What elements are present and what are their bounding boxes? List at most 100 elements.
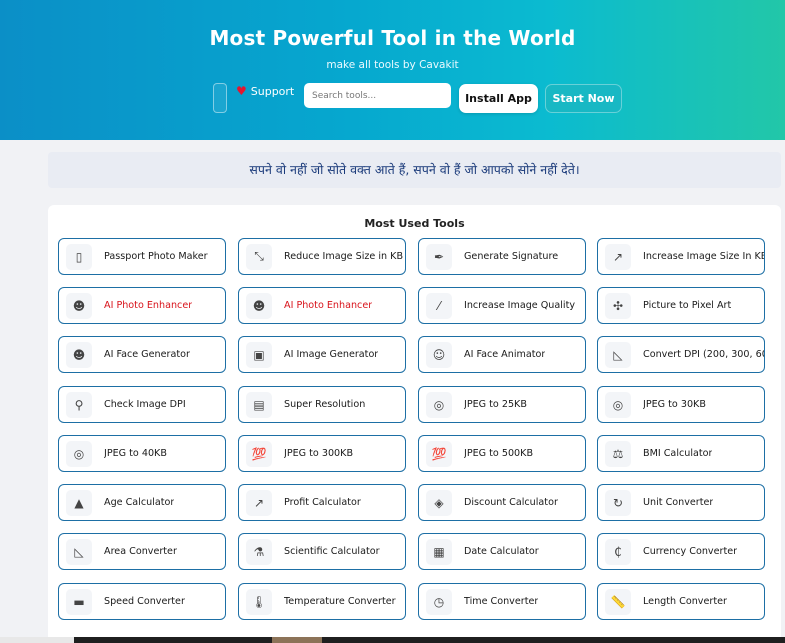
- taskbar-item[interactable]: [0, 637, 74, 643]
- tool-label: JPEG to 500KB: [464, 448, 534, 459]
- tool-tile[interactable]: ◎ JPEG to 25KB: [418, 386, 586, 423]
- tool-label: Super Resolution: [284, 399, 366, 410]
- target-icon: ◎: [605, 391, 631, 418]
- tool-tile[interactable]: 📏 Length Converter: [597, 583, 765, 620]
- tool-tile[interactable]: 💯 JPEG to 300KB: [238, 435, 406, 472]
- robot-icon: ☻: [66, 292, 92, 319]
- tool-tile[interactable]: 🌡 Temperature Converter: [238, 583, 406, 620]
- tool-tile[interactable]: ▲ Age Calculator: [58, 484, 226, 521]
- tool-tile[interactable]: ◷ Time Converter: [418, 583, 586, 620]
- calendar-icon: ▦: [426, 538, 452, 565]
- tag-icon: ◈: [426, 489, 452, 516]
- tool-label: BMI Calculator: [643, 448, 713, 459]
- tool-tile[interactable]: ⚲ Check Image DPI: [58, 386, 226, 423]
- cake-icon: ▲: [66, 489, 92, 516]
- tool-tile[interactable]: ☻ AI Face Generator: [58, 336, 226, 373]
- tool-label: JPEG to 30KB: [643, 399, 706, 410]
- tool-tile[interactable]: ⚖ BMI Calculator: [597, 435, 765, 472]
- install-app-button[interactable]: Install App: [459, 84, 538, 113]
- tool-label: Profit Calculator: [284, 497, 361, 508]
- tool-tile[interactable]: ⁄ Increase Image Quality: [418, 287, 586, 324]
- wand-icon: ⁄: [426, 292, 452, 319]
- flask-icon: ⚗: [246, 538, 272, 565]
- tool-label: Date Calculator: [464, 546, 539, 557]
- hundred-icon: 💯: [246, 440, 272, 467]
- ruler-icon: 📏: [605, 588, 631, 615]
- motivational-quote: सपने वो नहीं जो सोते वक्त आते हैं, सपने …: [48, 152, 781, 188]
- pen-icon: ✒: [426, 243, 452, 270]
- tool-label: AI Image Generator: [284, 349, 379, 360]
- tool-tile[interactable]: ₵ Currency Converter: [597, 533, 765, 570]
- tool-tile[interactable]: ☻ AI Photo Enhancer: [58, 287, 226, 324]
- tool-tile[interactable]: ✒ Generate Signature: [418, 238, 586, 275]
- support-label: Support: [250, 84, 295, 98]
- cycle-icon: ↻: [605, 489, 631, 516]
- tool-label: JPEG to 40KB: [104, 448, 167, 459]
- tool-label: Increase Image Size In KB: [643, 251, 764, 262]
- tool-label: Picture to Pixel Art: [643, 300, 732, 311]
- tool-label: Area Converter: [104, 546, 177, 557]
- thermometer-icon: 🌡: [246, 588, 272, 615]
- tool-label: Passport Photo Maker: [104, 251, 208, 262]
- tool-label: AI Photo Enhancer: [104, 300, 193, 311]
- faces-icon: ☺: [426, 341, 452, 368]
- tool-label: Generate Signature: [464, 251, 559, 262]
- scale-icon: ⚖: [605, 440, 631, 467]
- tool-tile[interactable]: ☺ AI Face Animator: [418, 336, 586, 373]
- image-resize-icon: ⤡: [246, 243, 272, 270]
- tool-label: AI Photo Enhancer: [284, 300, 373, 311]
- tool-label: Speed Converter: [104, 596, 185, 607]
- tool-tile[interactable]: ↻ Unit Converter: [597, 484, 765, 521]
- taskbar: [0, 637, 785, 643]
- tool-tile[interactable]: ↗ Profit Calculator: [238, 484, 406, 521]
- search-input[interactable]: [304, 83, 451, 108]
- tool-tile[interactable]: ▬ Speed Converter: [58, 583, 226, 620]
- stopwatch-icon: ◷: [426, 588, 452, 615]
- tool-tile[interactable]: ☻ AI Photo Enhancer: [238, 287, 406, 324]
- tool-tile[interactable]: ⚗ Scientific Calculator: [238, 533, 406, 570]
- tool-tile[interactable]: 💯 JPEG to 500KB: [418, 435, 586, 472]
- tool-label: Increase Image Quality: [464, 300, 576, 311]
- robot-icon: ☻: [246, 292, 272, 319]
- ruler-triangle-icon: ◺: [66, 538, 92, 565]
- tool-label: Convert DPI (200, 300, 600): [643, 349, 764, 360]
- tool-tile[interactable]: ◎ JPEG to 30KB: [597, 386, 765, 423]
- start-now-button[interactable]: Start Now: [545, 84, 622, 113]
- tool-tile[interactable]: ↗ Increase Image Size In KB: [597, 238, 765, 275]
- tool-label: Unit Converter: [643, 497, 714, 508]
- chart-up-icon: ↗: [246, 489, 272, 516]
- tool-tile[interactable]: ◺ Convert DPI (200, 300, 600): [597, 336, 765, 373]
- tool-tile[interactable]: ✣ Picture to Pixel Art: [597, 287, 765, 324]
- tool-tile[interactable]: ▦ Date Calculator: [418, 533, 586, 570]
- tool-tile[interactable]: ◺ Area Converter: [58, 533, 226, 570]
- section-title: Most Used Tools: [364, 217, 465, 230]
- tool-label: JPEG to 25KB: [464, 399, 527, 410]
- taskbar-item[interactable]: [272, 637, 322, 643]
- tool-tile[interactable]: ◈ Discount Calculator: [418, 484, 586, 521]
- target-icon: ◎: [426, 391, 452, 418]
- tool-label: JPEG to 300KB: [284, 448, 354, 459]
- magnifier-icon: ⚲: [66, 391, 92, 418]
- tool-label: AI Face Generator: [104, 349, 190, 360]
- tool-tile[interactable]: ▣ AI Image Generator: [238, 336, 406, 373]
- page-subtitle: make all tools by Cavakit: [326, 59, 459, 71]
- target-icon: ◎: [66, 440, 92, 467]
- empty-pill-button[interactable]: [213, 83, 227, 113]
- car-icon: ▬: [66, 588, 92, 615]
- ruler-triangle-icon: ◺: [605, 341, 631, 368]
- tool-tile[interactable]: ▯ Passport Photo Maker: [58, 238, 226, 275]
- tool-label: AI Face Animator: [464, 349, 546, 360]
- page-title: Most Powerful Tool in the World: [209, 26, 576, 50]
- puzzle-icon: ✣: [605, 292, 631, 319]
- tool-label: Currency Converter: [643, 546, 738, 557]
- tool-label: Temperature Converter: [284, 596, 396, 607]
- tool-label: Time Converter: [464, 596, 539, 607]
- heart-icon: ♥: [236, 84, 247, 98]
- tool-label: Length Converter: [643, 596, 727, 607]
- tool-label: Age Calculator: [104, 497, 175, 508]
- tool-tile[interactable]: ◎ JPEG to 40KB: [58, 435, 226, 472]
- tool-tile[interactable]: ⤡ Reduce Image Size in KB: [238, 238, 406, 275]
- picture-icon: ▣: [246, 341, 272, 368]
- tool-tile[interactable]: ▤ Super Resolution: [238, 386, 406, 423]
- support-link[interactable]: ♥ Support: [236, 84, 294, 98]
